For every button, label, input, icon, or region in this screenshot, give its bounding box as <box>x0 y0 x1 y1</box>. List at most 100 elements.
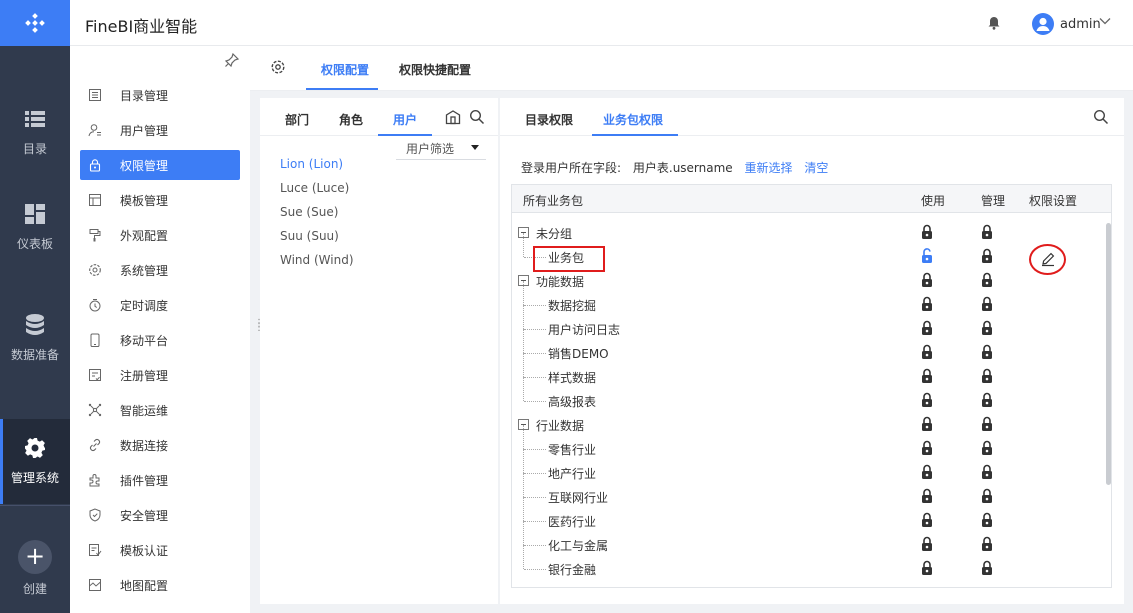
user-list-item[interactable]: Suu (Suu) <box>280 229 339 243</box>
lock-icon[interactable] <box>981 224 993 240</box>
lock-icon[interactable] <box>921 368 933 384</box>
menu-item-mobile[interactable]: 移动平台 <box>80 325 240 355</box>
menu-item-user[interactable]: 用户管理 <box>80 115 240 145</box>
menu-item-settings[interactable]: 系统管理 <box>80 255 240 285</box>
tab-package-permission[interactable]: 业务包权限 <box>603 111 663 128</box>
lock-icon[interactable] <box>921 464 933 480</box>
settings-icon[interactable] <box>270 59 286 75</box>
lock-icon[interactable] <box>921 560 933 576</box>
menu-item-map[interactable]: 地图配置 <box>80 570 240 600</box>
tab-permission-config[interactable]: 权限配置 <box>321 61 369 78</box>
rail-item-admin[interactable]: 管理系统 <box>0 419 70 504</box>
lock-icon[interactable] <box>921 344 933 360</box>
tree-group-row[interactable]: 功能数据 <box>512 269 1102 293</box>
tree-package-row[interactable]: 化工与金属 <box>512 521 1102 557</box>
chevron-down-icon[interactable] <box>1098 14 1112 28</box>
edit-icon[interactable] <box>1040 251 1056 267</box>
search-icon[interactable] <box>1093 109 1109 125</box>
rail-item-data-prep[interactable]: 数据准备 <box>0 296 70 381</box>
tree-package-row[interactable]: 样式数据 <box>512 353 1102 389</box>
tree-package-row[interactable]: 数据挖掘 <box>512 281 1102 317</box>
tree-package-row[interactable]: 高级报表 <box>512 377 1102 413</box>
menu-item-shield[interactable]: 安全管理 <box>80 500 240 530</box>
menu-item-template[interactable]: 模板管理 <box>80 185 240 215</box>
tab-user[interactable]: 用户 <box>393 111 417 128</box>
menu-item-plugin[interactable]: 插件管理 <box>80 465 240 495</box>
logo-icon[interactable] <box>0 0 70 46</box>
search-icon[interactable] <box>469 109 485 125</box>
tab-role[interactable]: 角色 <box>339 111 363 128</box>
tab-permission-quick-config[interactable]: 权限快捷配置 <box>399 61 471 78</box>
bell-icon[interactable] <box>987 16 1001 30</box>
lock-icon[interactable] <box>981 296 993 312</box>
tree-package-row[interactable]: 零售行业 <box>512 425 1102 461</box>
lock-icon[interactable] <box>921 488 933 504</box>
lock-icon[interactable] <box>921 392 933 408</box>
lock-icon[interactable] <box>981 536 993 552</box>
rail-label: 管理系统 <box>10 471 59 485</box>
menu-item-register[interactable]: 注册管理 <box>80 360 240 390</box>
menu-item-label: 系统管理 <box>120 263 169 278</box>
menu-item-catalog[interactable]: 目录管理 <box>80 80 240 110</box>
rail-item-catalog[interactable]: 目录 <box>0 90 70 175</box>
lock-icon[interactable] <box>981 248 993 264</box>
menu-item-brush[interactable]: 外观配置 <box>80 220 240 250</box>
link-icon <box>88 438 102 452</box>
lock-icon[interactable] <box>921 416 933 432</box>
lock-icon[interactable] <box>921 320 933 336</box>
main-tabs: 权限配置 权限快捷配置 <box>250 46 1133 91</box>
lock-icon[interactable] <box>921 440 933 456</box>
menu-item-ops[interactable]: 智能运维 <box>80 395 240 425</box>
clear-link[interactable]: 清空 <box>804 161 828 175</box>
menu-item-cert[interactable]: 模板认证 <box>80 535 240 565</box>
lock-icon[interactable] <box>981 488 993 504</box>
avatar[interactable] <box>1032 13 1054 35</box>
pin-icon[interactable] <box>224 52 240 68</box>
lock-icon[interactable] <box>981 440 993 456</box>
tree-package-row[interactable]: 互联网行业 <box>512 473 1102 509</box>
lock-icon[interactable] <box>981 320 993 336</box>
list-icon <box>24 108 46 130</box>
user-filter-select[interactable]: 用户筛选 <box>396 138 486 160</box>
menu-item-lock[interactable]: 权限管理 <box>80 150 240 180</box>
scrollbar[interactable] <box>1106 223 1111 485</box>
lock-icon[interactable] <box>981 464 993 480</box>
login-field-value: 用户表.username <box>632 161 733 175</box>
lock-icon[interactable] <box>921 296 933 312</box>
lock-icon[interactable] <box>921 512 933 528</box>
menu-item-link[interactable]: 数据连接 <box>80 430 240 460</box>
tree-package-row[interactable]: 医药行业 <box>512 497 1102 533</box>
unlock-icon[interactable] <box>921 248 933 264</box>
user-list-item[interactable]: Luce (Luce) <box>280 181 349 195</box>
lock-icon[interactable] <box>981 512 993 528</box>
rail-label: 目录 <box>22 142 47 156</box>
tree-connector <box>524 401 546 402</box>
lock-icon[interactable] <box>921 536 933 552</box>
tree-package-row[interactable]: 用户访问日志 <box>512 305 1102 341</box>
resize-handle[interactable]: ⋮⋮ <box>254 319 264 333</box>
lock-icon[interactable] <box>921 224 933 240</box>
lock-icon[interactable] <box>981 368 993 384</box>
tree-package-row[interactable]: 地产行业 <box>512 449 1102 485</box>
tree-group-row[interactable]: 行业数据 <box>512 413 1102 437</box>
create-button[interactable]: + 创建 <box>0 540 70 597</box>
menu-item-timer[interactable]: 定时调度 <box>80 290 240 320</box>
lock-icon[interactable] <box>981 272 993 288</box>
lock-icon[interactable] <box>981 344 993 360</box>
user-name[interactable]: admin <box>1060 17 1101 32</box>
user-list-item[interactable]: Wind (Wind) <box>280 253 354 267</box>
tree-package-row[interactable]: 银行金融 <box>512 545 1102 581</box>
tree-group-row[interactable]: 未分组 <box>512 221 1102 245</box>
lock-icon[interactable] <box>981 392 993 408</box>
lock-icon[interactable] <box>981 560 993 576</box>
building-icon[interactable] <box>445 109 461 125</box>
lock-icon[interactable] <box>921 272 933 288</box>
tab-department[interactable]: 部门 <box>285 111 309 128</box>
user-list-item[interactable]: Lion (Lion) <box>280 157 343 171</box>
tree-package-row[interactable]: 销售DEMO <box>512 329 1102 365</box>
user-list-item[interactable]: Sue (Sue) <box>280 205 338 219</box>
tab-catalog-permission[interactable]: 目录权限 <box>525 111 573 128</box>
lock-icon[interactable] <box>981 416 993 432</box>
reselect-link[interactable]: 重新选择 <box>745 161 793 175</box>
rail-item-dashboard[interactable]: 仪表板 <box>0 185 70 270</box>
